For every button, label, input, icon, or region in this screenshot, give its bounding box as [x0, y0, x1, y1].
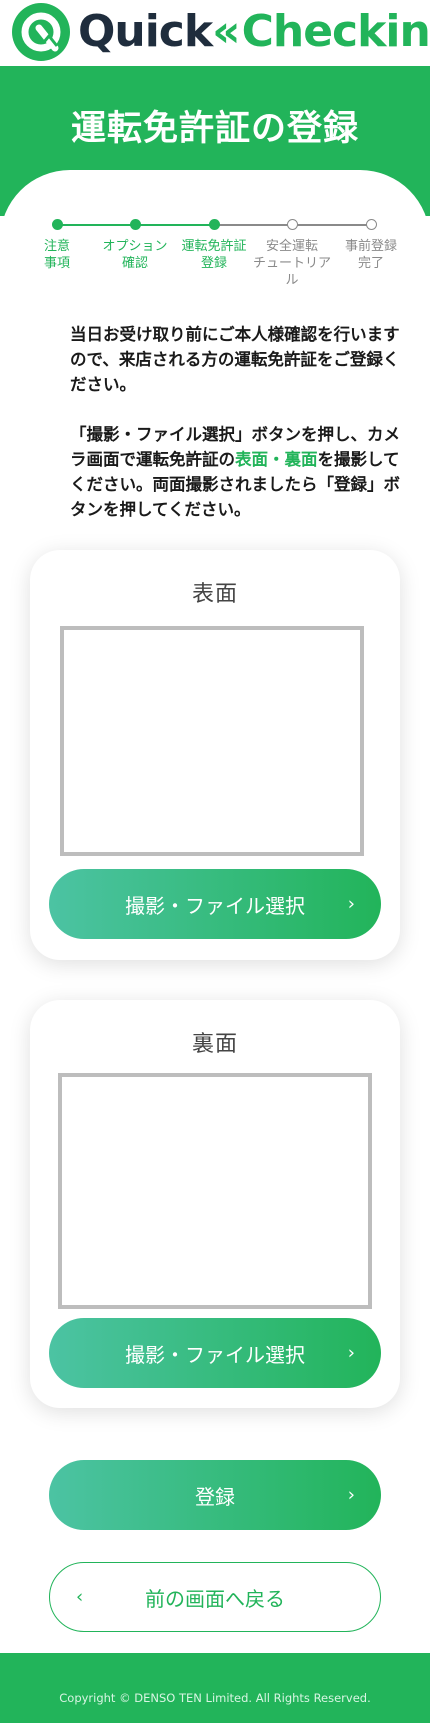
step-label-line: 事項	[43, 256, 70, 271]
back-capture-button-label: 撮影・ファイル選択	[125, 1342, 305, 1367]
instruction-paragraph-1: 当日お受け取り前にご本人様確認を行いますので、来店される方の運転免許証をご登録く…	[70, 325, 400, 394]
back-card-title: 裏面	[191, 1032, 238, 1057]
step-label-line: オプション	[102, 239, 168, 254]
page-title: 運転免許証の登録	[70, 109, 359, 149]
logo-wordmark: Quick « Checkin	[78, 2, 430, 62]
step-label-line: 事前登録	[344, 239, 397, 254]
front-photo-preview	[60, 626, 364, 856]
register-button[interactable]: 登録 ›	[49, 1460, 381, 1530]
step-label-tutorial: 安全運転 チュートリアル	[247, 238, 337, 289]
chevron-left-icon: ‹	[76, 1586, 84, 1608]
instructions: 当日お受け取り前にご本人様確認を行いますので、来店される方の運転免許証をご登録く…	[70, 322, 400, 547]
app-logo: Quick « Checkin	[0, 0, 430, 66]
step-label-line: 登録	[200, 256, 227, 271]
front-card-title: 表面	[191, 582, 238, 607]
step-label-line: チュートリアル	[252, 256, 331, 288]
step-label-line: 完了	[357, 256, 384, 271]
quick-checkin-logo-icon	[12, 3, 70, 61]
step-progress: 注意 事項 オプション 確認 運転免許証 登録 安全運転 チュートリアル 事前登…	[0, 214, 430, 288]
step-label-license: 運転免許証 登録	[169, 238, 259, 272]
step-label-line: 確認	[121, 256, 148, 271]
copyright-text: Copyright © DENSO TEN Limited. All Right…	[59, 1691, 371, 1705]
chevron-right-icon: ›	[347, 893, 355, 915]
step-label-line: 注意	[43, 239, 70, 254]
chevron-right-icon: ›	[347, 1484, 355, 1506]
step-dot-1	[52, 219, 63, 230]
step-dot-4	[287, 219, 298, 230]
step-label-caution: 注意 事項	[12, 238, 102, 272]
back-capture-button[interactable]: 撮影・ファイル選択 ›	[49, 1318, 381, 1388]
front-capture-button[interactable]: 撮影・ファイル選択 ›	[49, 869, 381, 939]
footer	[0, 1653, 430, 1723]
logo-word-checkin: Checkin	[241, 6, 430, 57]
step-label-complete: 事前登録 完了	[326, 238, 416, 272]
logo-arrow-icon: «	[212, 6, 240, 57]
instruction-highlight: 表面・裏面	[235, 450, 318, 469]
step-dot-5	[366, 219, 377, 230]
instruction-paragraph-2: 「撮影・ファイル選択」ボタンを押し、カメラ画面で運転免許証の表面・裏面を撮影して…	[70, 422, 400, 522]
step-dot-3	[209, 219, 220, 230]
back-button[interactable]: ‹ 前の画面へ戻る	[49, 1562, 381, 1632]
step-label-options: オプション 確認	[90, 238, 180, 272]
front-capture-button-label: 撮影・ファイル選択	[125, 893, 305, 918]
step-label-line: 運転免許証	[181, 239, 247, 254]
back-button-label: 前の画面へ戻る	[145, 1586, 285, 1611]
step-label-line: 安全運転	[265, 239, 318, 254]
chevron-right-icon: ›	[347, 1342, 355, 1364]
step-dot-2	[130, 219, 141, 230]
register-button-label: 登録	[195, 1484, 235, 1509]
logo-word-quick: Quick	[78, 6, 213, 57]
back-photo-preview	[58, 1073, 372, 1309]
